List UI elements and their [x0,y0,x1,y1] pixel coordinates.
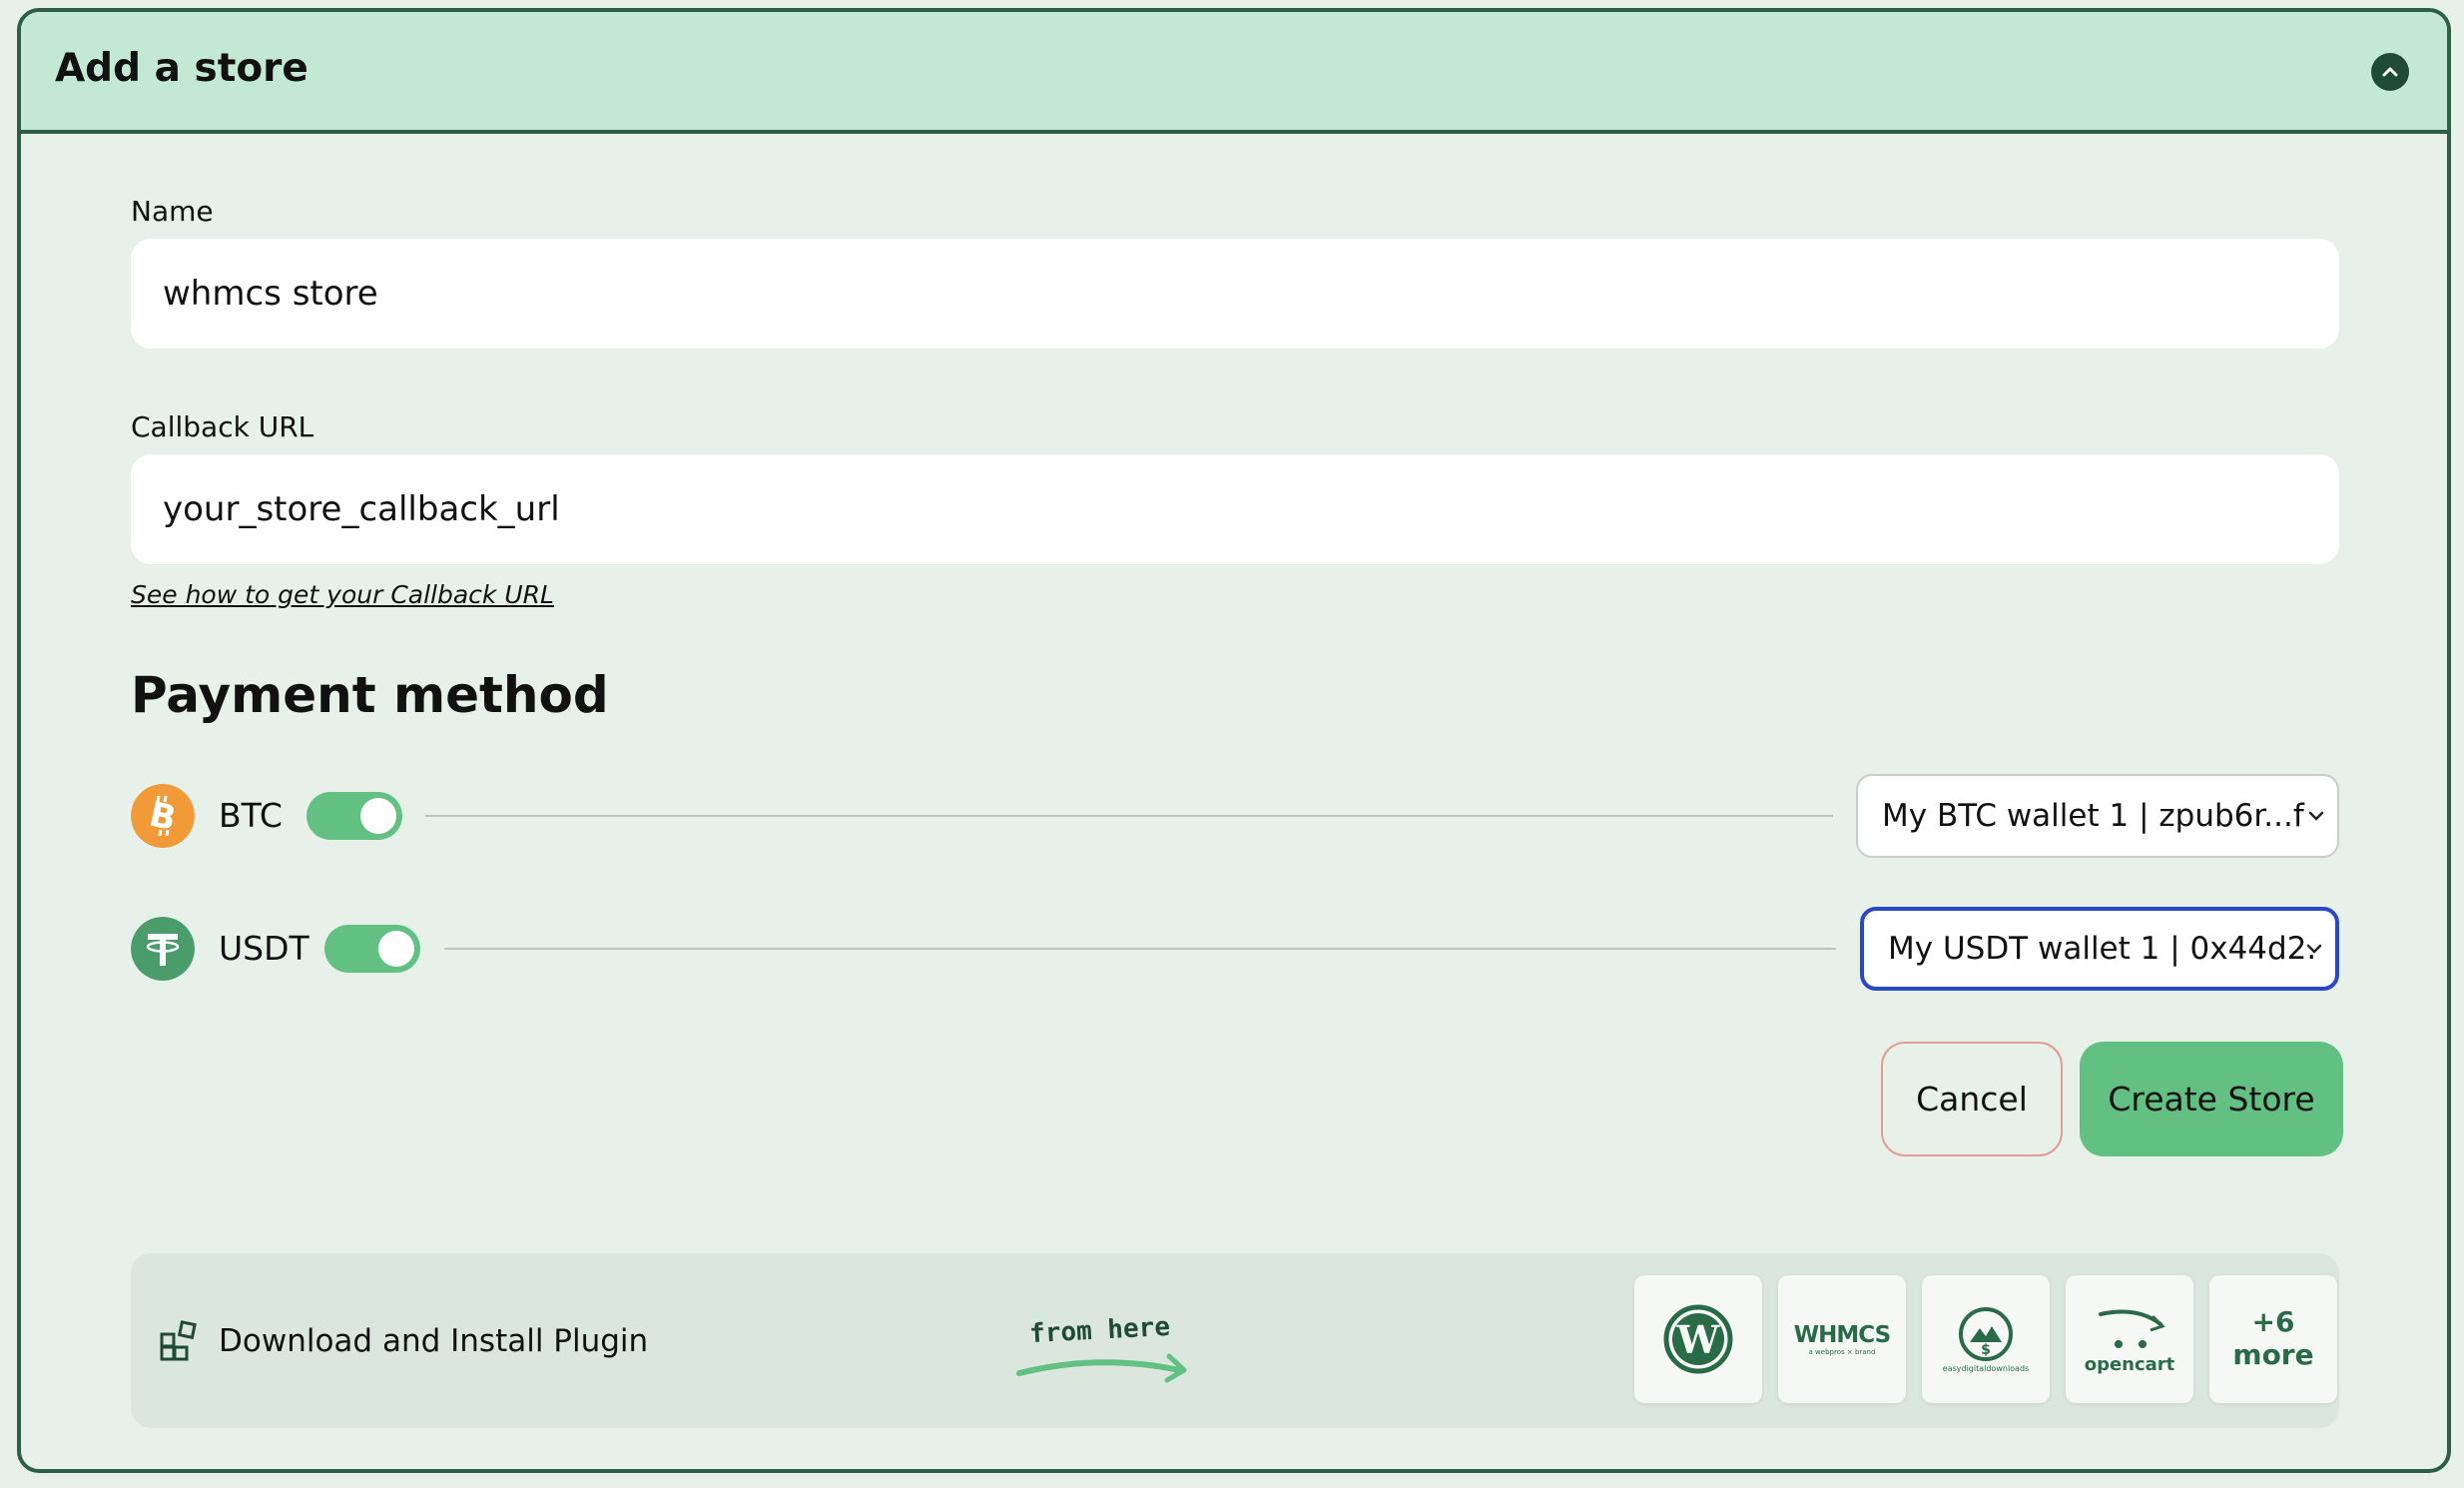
edd-label: easydigitaldownloads [1942,1363,2030,1373]
svg-text:$: $ [1981,1342,1991,1358]
name-label: Name [131,195,214,228]
whmcs-tagline: a webpros × brand [1808,1348,1876,1356]
whmcs-logo: WHMCS [1793,1322,1891,1348]
toggle-knob [378,931,414,967]
usdt-wallet-select[interactable]: My USDT wallet 1 | 0x44d2. [1860,907,2339,991]
more-label: more [2232,1338,2314,1371]
tether-icon [131,917,195,981]
download-plugin-link[interactable]: Download and Install Plugin [219,1323,648,1359]
plugin-bar: Download and Install Plugin from here W … [131,1253,2339,1428]
collapse-button[interactable] [2371,53,2409,91]
opencart-logo [2099,1309,2165,1348]
edd-logo: $ [1959,1306,2013,1361]
toggle-knob [360,798,396,834]
from-here-annotation: from here [1009,1298,1209,1392]
callback-help-link[interactable]: See how to get your Callback URL [131,580,554,609]
chevron-down-icon [2306,944,2322,954]
arrow-icon: from here [1016,1312,1187,1383]
usdt-wallet-value: My USDT wallet 1 | 0x44d2. [1888,931,2317,967]
opencart-label: opencart [2084,1353,2175,1375]
create-store-button[interactable]: Create Store [2080,1042,2343,1156]
usdt-label: USDT [219,929,309,968]
card-header: Add a store [21,12,2447,134]
plugin-tile-opencart[interactable]: opencart [2066,1275,2193,1403]
btc-toggle[interactable] [307,792,402,840]
wordpress-icon: W [1663,1304,1733,1374]
plugin-tile-edd[interactable]: $ easydigitaldownloads [1922,1275,2050,1403]
btc-wallet-select[interactable]: My BTC wallet 1 | zpub6r...f [1856,774,2339,858]
payment-method-title: Payment method [131,666,609,724]
svg-text:W: W [1676,1317,1721,1362]
plugin-tile-whmcs[interactable]: WHMCS a webpros × brand [1778,1275,1906,1403]
plugin-tile-wordpress[interactable]: W [1634,1275,1762,1403]
usdt-toggle[interactable] [324,925,420,973]
row-divider [425,815,1833,817]
callback-url-input[interactable] [131,454,2339,564]
cancel-button[interactable]: Cancel [1881,1042,2063,1156]
chevron-up-icon [2382,67,2398,77]
callback-url-label: Callback URL [131,410,314,443]
add-store-card: Add a store Name Callback URL See how to… [17,8,2451,1473]
payment-row-usdt: USDT My USDT wallet 1 | 0x44d2. [131,907,2339,991]
bitcoin-icon: B [131,784,195,848]
more-count: +6 [2251,1305,2295,1338]
from-here-text: from here [1028,1312,1170,1349]
plugin-tile-more[interactable]: +6 more [2209,1275,2337,1403]
plugin-icon [160,1320,197,1361]
payment-row-btc: B BTC My BTC wallet 1 | zpub6r...f [131,774,2339,858]
chevron-down-icon [2308,811,2324,821]
btc-wallet-value: My BTC wallet 1 | zpub6r...f [1882,798,2304,834]
row-divider [444,948,1836,950]
name-input[interactable] [131,239,2339,349]
card-title: Add a store [55,46,308,91]
btc-label: BTC [219,796,283,835]
